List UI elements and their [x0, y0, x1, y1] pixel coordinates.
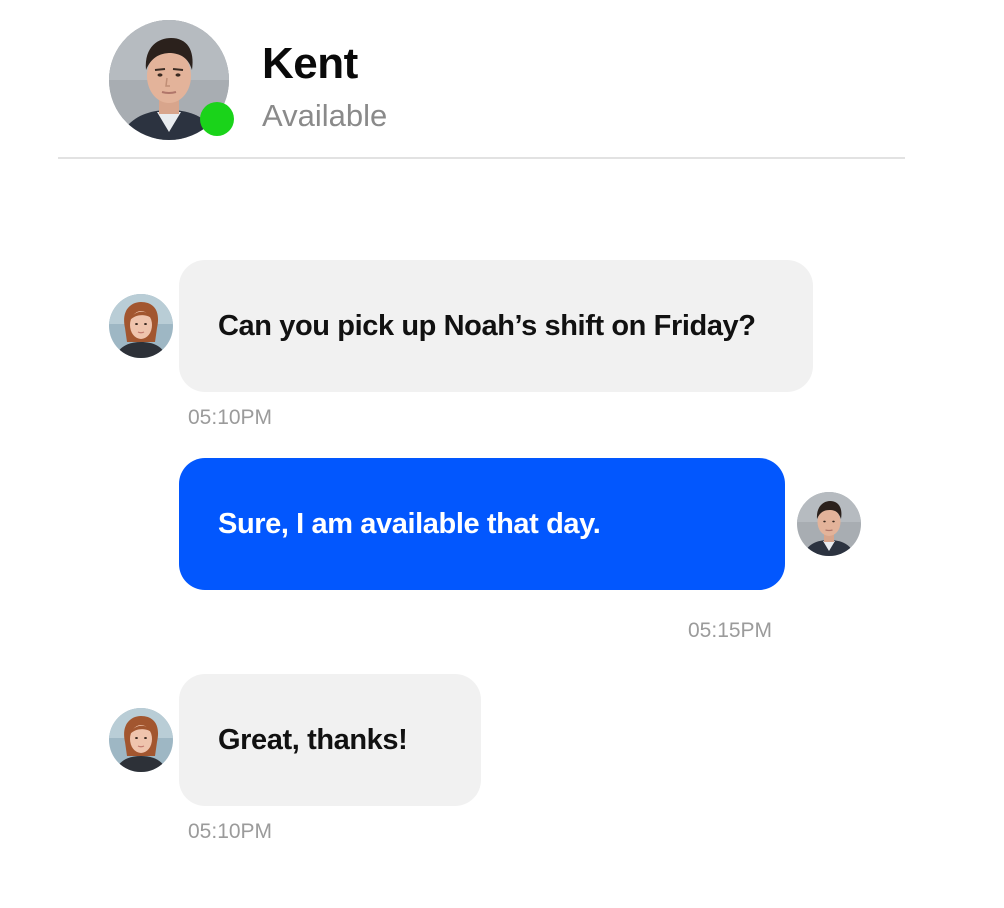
header-divider: [58, 157, 905, 159]
sender-avatar[interactable]: [109, 708, 173, 772]
message-text: Sure, I am available that day.: [218, 507, 601, 540]
message-bubble[interactable]: Sure, I am available that day.: [179, 458, 785, 590]
woman-avatar-icon: [109, 708, 173, 772]
woman-avatar-icon: [109, 294, 173, 358]
message-timestamp: 05:10PM: [188, 406, 273, 429]
sender-avatar[interactable]: [109, 294, 173, 358]
contact-status: Available: [262, 98, 388, 133]
message-text: Great, thanks!: [218, 723, 408, 756]
chat-header: Kent Available: [0, 0, 1004, 160]
message-bubble[interactable]: Great, thanks!: [179, 674, 481, 806]
message-text: Can you pick up Noah’s shift on Friday?: [218, 309, 756, 342]
message-bubble[interactable]: Can you pick up Noah’s shift on Friday?: [179, 260, 813, 392]
message-timestamp: 05:15PM: [688, 619, 773, 642]
message-timestamp: 05:10PM: [188, 820, 273, 843]
contact-name: Kent: [262, 39, 358, 88]
online-status-icon: [200, 102, 234, 136]
man-avatar-icon: [797, 492, 861, 556]
own-avatar[interactable]: [797, 492, 861, 556]
